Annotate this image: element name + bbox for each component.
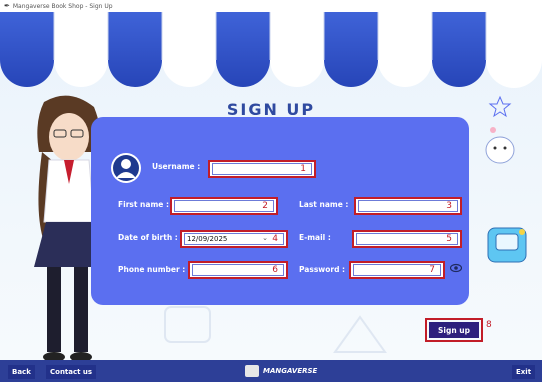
signup-button[interactable]: Sign up (429, 322, 479, 338)
app-icon: ✒ (4, 2, 10, 10)
title-bar: ✒ Mangaverse Book Shop - Sign Up (0, 0, 542, 12)
last-name-label: Last name : (299, 200, 349, 209)
first-name-label: First name : (118, 200, 169, 209)
badge-7: 7 (429, 265, 435, 275)
background-pattern (333, 315, 387, 353)
show-password-eye-icon[interactable] (450, 263, 462, 273)
logo-mark-icon (245, 365, 259, 377)
dob-label: Date of birth : (118, 233, 178, 242)
contact-us-button[interactable]: Contact us (46, 365, 97, 379)
exit-button[interactable]: Exit (512, 365, 536, 379)
first-name-input[interactable] (175, 201, 273, 211)
username-input[interactable] (213, 164, 311, 174)
first-name-field-frame: 2 (170, 197, 278, 215)
background-pattern (164, 306, 211, 343)
bottom-bar: Back Contact us MANGAVERSE Exit (0, 360, 542, 382)
handheld-console-decoration (487, 227, 527, 263)
shop-awning (0, 12, 542, 88)
logo-text: MANGAVERSE (263, 367, 318, 375)
badge-6: 6 (272, 265, 278, 275)
phone-input[interactable] (193, 265, 283, 275)
badge-1: 1 (300, 164, 306, 174)
password-label: Password : (299, 265, 346, 274)
username-label: Username : (152, 162, 201, 171)
phone-label: Phone number : (118, 265, 186, 274)
last-name-input[interactable] (359, 201, 457, 211)
username-field-frame: 1 (208, 160, 316, 178)
dob-field-frame: ⌄ 4 (180, 230, 288, 248)
badge-3: 3 (446, 201, 452, 211)
badge-2: 2 (262, 201, 268, 211)
password-field-frame: 7 (349, 261, 445, 279)
phone-field-frame: 6 (188, 261, 288, 279)
back-button[interactable]: Back (8, 365, 35, 379)
badge-8: 8 (486, 320, 492, 330)
email-label: E-mail : (299, 233, 331, 242)
email-input[interactable] (357, 234, 457, 244)
window-title: Mangaverse Book Shop - Sign Up (12, 2, 113, 10)
last-name-field-frame: 3 (354, 197, 462, 215)
badge-4: 4 (272, 234, 278, 244)
password-input[interactable] (354, 265, 440, 275)
badge-5: 5 (446, 234, 452, 244)
email-field-frame: 5 (352, 230, 462, 248)
user-avatar-icon (111, 153, 141, 183)
dob-input[interactable] (185, 234, 283, 244)
mangaverse-logo: MANGAVERSE (245, 363, 317, 379)
dropdown-arrow-icon[interactable]: ⌄ (262, 234, 268, 242)
signup-button-frame: Sign up (425, 318, 483, 342)
